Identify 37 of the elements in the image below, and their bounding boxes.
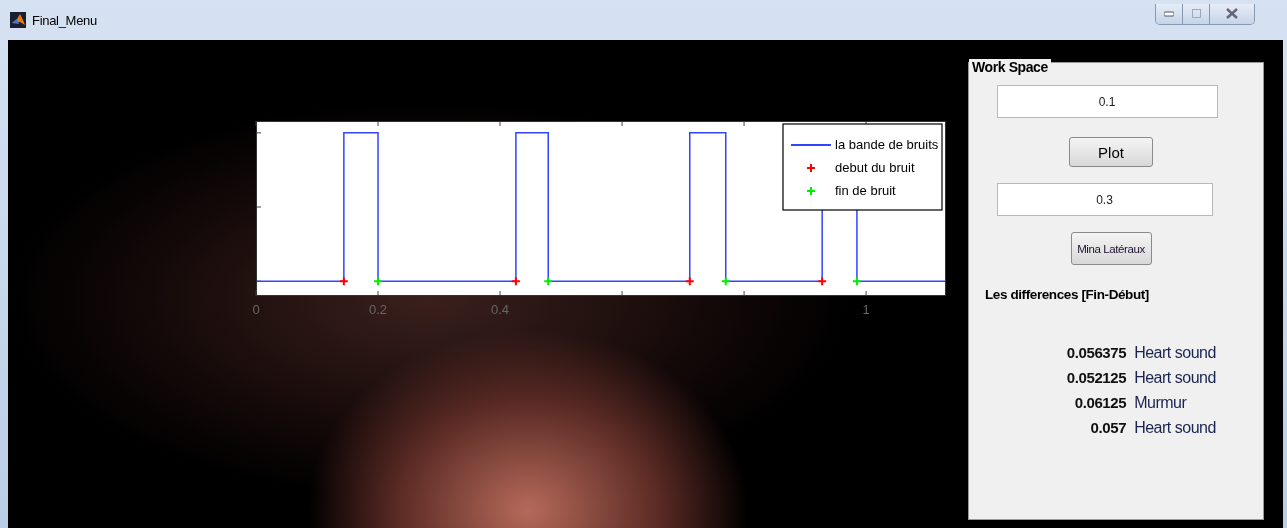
axis-tick-label: 0.2 bbox=[369, 302, 388, 317]
noise-marker bbox=[817, 276, 828, 287]
noise-marker bbox=[338, 276, 349, 287]
legend-label: fin de bruit bbox=[835, 183, 896, 198]
app-icon bbox=[10, 12, 26, 28]
classification-label: Heart sound bbox=[1134, 419, 1216, 437]
mina-lateraux-button[interactable]: Mina Latéraux bbox=[1070, 232, 1152, 265]
legend-label: debut du bruit bbox=[835, 160, 915, 175]
axis-tick-label: 0.4 bbox=[491, 302, 510, 317]
legend-label: la bande de bruits bbox=[835, 137, 939, 152]
plot-button[interactable]: Plot bbox=[1069, 137, 1153, 167]
maximize-icon bbox=[1191, 9, 1201, 18]
axis-tick-label: 0 bbox=[252, 302, 260, 317]
difference-value: 0.052125 bbox=[1065, 369, 1127, 386]
classification-label: Heart sound bbox=[1134, 344, 1216, 362]
difference-value: 0.056375 bbox=[1065, 344, 1127, 361]
classification-label: Heart sound bbox=[1134, 369, 1216, 387]
noise-marker bbox=[851, 276, 862, 287]
minimize-button[interactable] bbox=[1156, 3, 1183, 24]
differences-label: Les differences [Fin-Début] bbox=[985, 287, 1149, 302]
noise-marker bbox=[373, 276, 383, 287]
difference-value: 0.06125 bbox=[1073, 394, 1127, 411]
close-icon bbox=[1226, 8, 1238, 19]
axis-tick-label: 1 bbox=[862, 302, 870, 317]
maximize-button[interactable] bbox=[1183, 3, 1210, 24]
input-field[interactable]: 0.1 bbox=[996, 85, 1218, 118]
input-field[interactable]: 0.3 bbox=[996, 183, 1213, 216]
noise-marker bbox=[684, 276, 695, 287]
minimize-icon bbox=[1164, 10, 1174, 17]
window-title: Final_Menu bbox=[32, 12, 97, 28]
noise-marker bbox=[510, 276, 521, 287]
panel-title: Work Space bbox=[969, 59, 1051, 75]
classification-label: Murmur bbox=[1134, 394, 1187, 412]
noise-marker bbox=[720, 276, 731, 287]
close-button[interactable] bbox=[1210, 3, 1254, 24]
difference-value: 0.057 bbox=[1089, 419, 1127, 436]
noise-marker bbox=[543, 276, 554, 287]
